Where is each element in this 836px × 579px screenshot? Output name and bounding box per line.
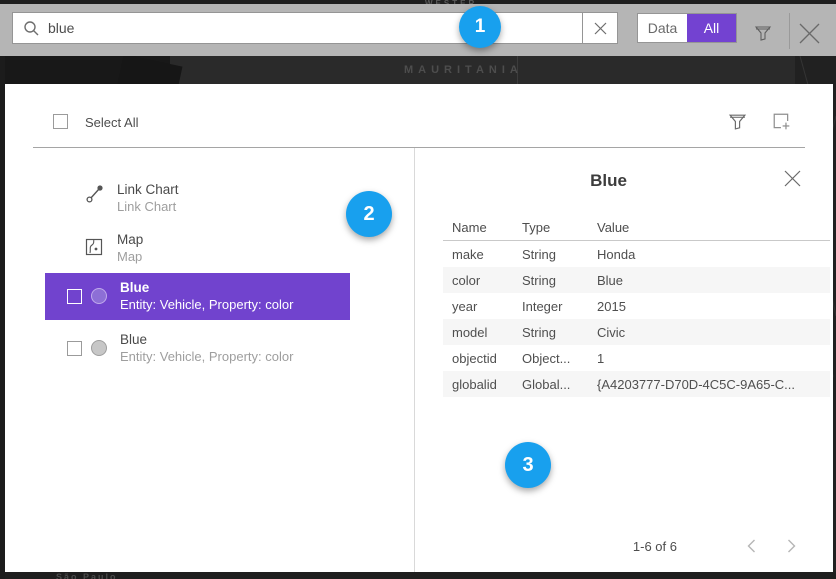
scope-option-data[interactable]: Data bbox=[638, 14, 687, 42]
search-scope-toggle: Data All bbox=[637, 13, 737, 43]
column-header-name: Name bbox=[443, 220, 522, 235]
map-landmass bbox=[118, 56, 183, 84]
cell-name: year bbox=[443, 299, 522, 314]
prev-page-button[interactable] bbox=[739, 534, 763, 558]
detail-title: Blue bbox=[414, 171, 803, 191]
result-subtitle: Entity: Vehicle, Property: color bbox=[120, 348, 293, 365]
close-x-icon bbox=[784, 170, 801, 187]
cell-name: objectid bbox=[443, 351, 522, 366]
select-all-row: Select All bbox=[5, 84, 833, 147]
table-row: model String Civic bbox=[443, 319, 830, 345]
cell-value: 2015 bbox=[597, 299, 830, 314]
result-checkbox[interactable] bbox=[67, 289, 82, 304]
cell-value: Honda bbox=[597, 247, 830, 262]
scope-option-all[interactable]: All bbox=[687, 14, 736, 42]
table-header-row: Name Type Value bbox=[443, 214, 830, 241]
cell-value: Civic bbox=[597, 325, 830, 340]
cell-value: Blue bbox=[597, 273, 830, 288]
search-icon bbox=[23, 20, 40, 37]
toolbar-divider bbox=[789, 13, 790, 49]
select-all-checkbox[interactable] bbox=[53, 114, 68, 129]
cell-name: make bbox=[443, 247, 522, 262]
add-selection-icon bbox=[772, 112, 791, 131]
search-toolbar: Data All bbox=[0, 4, 836, 56]
map-icon bbox=[85, 238, 103, 256]
cell-type: String bbox=[522, 325, 597, 340]
next-page-button[interactable] bbox=[779, 534, 803, 558]
filter-button[interactable] bbox=[751, 21, 775, 45]
cell-name: globalid bbox=[443, 377, 522, 392]
filter-funnel-icon bbox=[754, 24, 772, 42]
column-header-value: Value bbox=[597, 220, 830, 235]
entity-node-icon bbox=[91, 340, 107, 356]
result-subtitle: Link Chart bbox=[117, 198, 179, 215]
cell-type: Integer bbox=[522, 299, 597, 314]
cell-type: String bbox=[522, 273, 597, 288]
result-checkbox[interactable] bbox=[67, 341, 82, 356]
cell-type: Global... bbox=[522, 377, 597, 392]
cell-value: {A4203777-D70D-4C5C-9A65-C... bbox=[597, 377, 830, 392]
table-row: globalid Global... {A4203777-D70D-4C5C-9… bbox=[443, 371, 830, 397]
map-strip-bottom: São Paulo bbox=[0, 572, 836, 579]
result-title: Map bbox=[117, 231, 143, 248]
cell-name: color bbox=[443, 273, 522, 288]
filter-funnel-icon bbox=[728, 112, 747, 131]
step-badge-2: 2 bbox=[346, 191, 392, 237]
app-window: WESTER MAURITANIA São Paulo bbox=[0, 0, 836, 579]
pagination: 1-6 of 6 bbox=[633, 534, 803, 558]
result-item-map[interactable]: Map Map bbox=[5, 228, 414, 273]
table-row: year Integer 2015 bbox=[443, 293, 830, 319]
map-label-sao-paulo: São Paulo bbox=[56, 572, 118, 579]
select-all-label: Select All bbox=[85, 115, 138, 130]
table-row: objectid Object... 1 bbox=[443, 345, 830, 371]
result-subtitle: Entity: Vehicle, Property: color bbox=[120, 296, 293, 313]
cell-value: 1 bbox=[597, 351, 830, 366]
table-row: color String Blue bbox=[443, 267, 830, 293]
step-badge-3: 3 bbox=[505, 442, 551, 488]
detail-close-button[interactable] bbox=[781, 167, 803, 189]
close-x-icon bbox=[798, 22, 821, 45]
results-filter-button[interactable] bbox=[725, 109, 749, 133]
map-strip-middle: MAURITANIA bbox=[0, 56, 836, 84]
cell-type: Object... bbox=[522, 351, 597, 366]
entity-node-icon bbox=[91, 288, 107, 304]
chevron-right-icon bbox=[787, 539, 796, 553]
search-results-panel: Select All Link Chart Link Chart bbox=[5, 84, 833, 572]
add-to-new-button[interactable] bbox=[769, 109, 793, 133]
clear-search-button[interactable] bbox=[582, 12, 618, 44]
detail-panel: Blue Name Type Value make String Honda c… bbox=[414, 148, 833, 572]
link-chart-icon bbox=[85, 184, 105, 204]
close-search-button[interactable] bbox=[797, 21, 821, 45]
table-row: make String Honda bbox=[443, 241, 830, 267]
chevron-left-icon bbox=[747, 539, 756, 553]
cell-type: String bbox=[522, 247, 597, 262]
cell-name: model bbox=[443, 325, 522, 340]
step-badge-1: 1 bbox=[459, 6, 501, 48]
column-header-type: Type bbox=[522, 220, 597, 235]
result-item-blue[interactable]: Blue Entity: Vehicle, Property: color bbox=[5, 325, 414, 372]
result-subtitle: Map bbox=[117, 248, 143, 265]
map-label-mauritania: MAURITANIA bbox=[404, 64, 523, 76]
result-title: Link Chart bbox=[117, 181, 179, 198]
result-item-blue-selected[interactable]: Blue Entity: Vehicle, Property: color bbox=[45, 273, 350, 320]
result-title: Blue bbox=[120, 331, 293, 348]
attributes-table: Name Type Value make String Honda color … bbox=[443, 214, 830, 397]
clear-x-icon bbox=[594, 22, 607, 35]
page-range-text: 1-6 of 6 bbox=[633, 539, 677, 554]
result-title: Blue bbox=[120, 279, 293, 296]
